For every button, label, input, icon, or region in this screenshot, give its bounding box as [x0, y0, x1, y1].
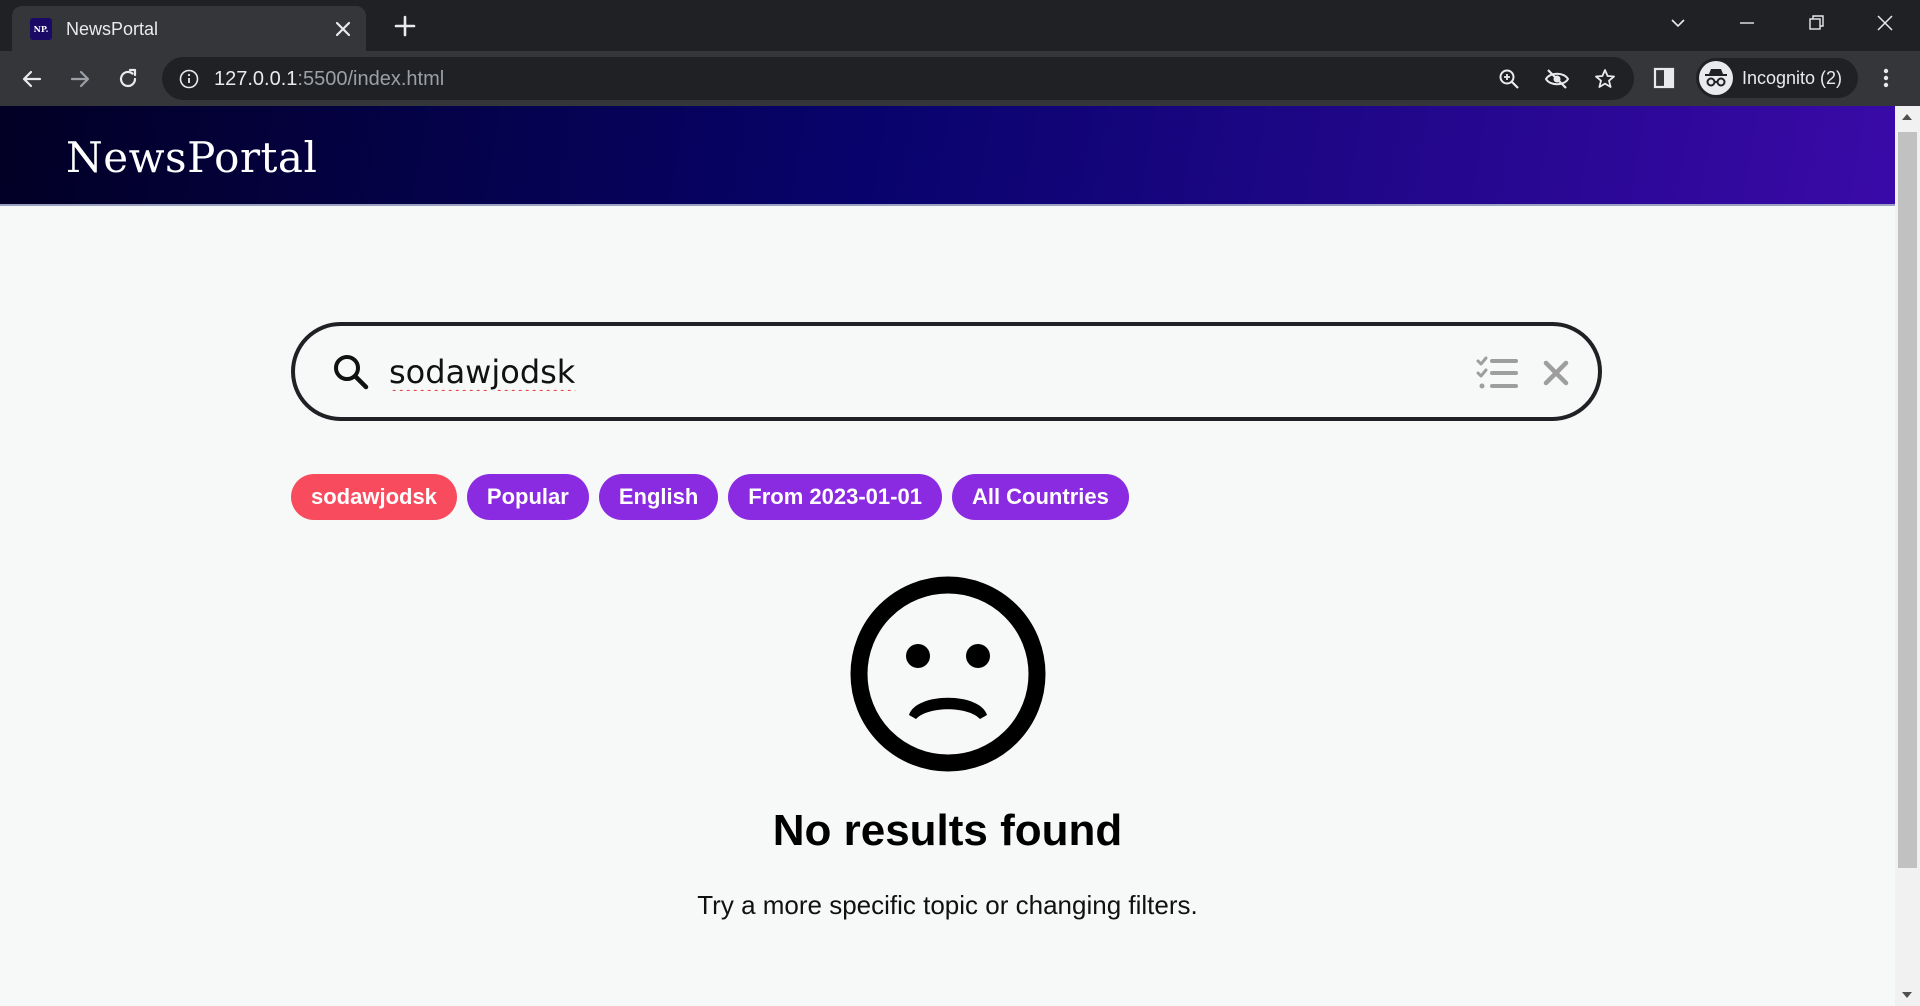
browser-menu-icon[interactable]	[1872, 64, 1900, 92]
scroll-up-arrow-icon[interactable]	[1902, 114, 1912, 120]
bookmark-star-icon[interactable]	[1592, 66, 1618, 92]
incognito-icon	[1699, 61, 1733, 95]
new-tab-icon[interactable]	[390, 11, 420, 41]
address-bar[interactable]: 127.0.0.1:5500/index.html	[162, 57, 1634, 100]
filter-list-icon[interactable]	[1475, 354, 1519, 392]
url-text[interactable]: 127.0.0.1:5500/index.html	[214, 68, 444, 91]
query-chip[interactable]: sodawjodsk	[291, 474, 457, 520]
search-bar	[291, 322, 1602, 421]
browser-tab-strip: NP. NewsPortal	[0, 0, 1920, 51]
page-scrollbar[interactable]	[1895, 106, 1920, 1006]
tracking-blocked-icon[interactable]	[1544, 66, 1570, 92]
side-panel-icon[interactable]	[1650, 64, 1678, 92]
tab-search-icon[interactable]	[1658, 8, 1698, 38]
clear-search-icon[interactable]	[1539, 356, 1573, 390]
close-window-icon[interactable]	[1865, 8, 1905, 38]
search-input[interactable]	[389, 348, 1389, 396]
no-results-title: No results found	[772, 806, 1123, 855]
browser-tab[interactable]: NP. NewsPortal	[12, 6, 366, 51]
page-viewport: NewsPortal sodawjodsk Popular English Fr…	[0, 106, 1920, 1006]
zoom-icon[interactable]	[1496, 66, 1522, 92]
minimize-icon[interactable]	[1727, 8, 1767, 38]
tab-favicon-icon: NP.	[30, 18, 52, 40]
site-header: NewsPortal	[0, 106, 1895, 206]
country-filter-chip[interactable]: All Countries	[951, 474, 1129, 520]
sad-face-icon	[850, 576, 1046, 772]
tab-close-icon[interactable]	[330, 16, 356, 42]
sort-filter-chip[interactable]: Popular	[466, 474, 589, 520]
tab-title: NewsPortal	[66, 19, 159, 39]
language-filter-chip[interactable]: English	[598, 474, 719, 520]
site-info-icon[interactable]	[178, 68, 200, 90]
scroll-down-arrow-icon[interactable]	[1902, 992, 1912, 998]
url-host: 127.0.0.1	[214, 68, 298, 90]
profile-label: Incognito (2)	[1742, 68, 1843, 88]
active-filters: sodawjodsk Popular English From 2023-01-…	[291, 474, 1129, 520]
url-path: :5500/index.html	[297, 68, 445, 90]
site-logo[interactable]: NewsPortal	[66, 133, 317, 182]
scroll-thumb[interactable]	[1898, 132, 1917, 868]
reload-icon[interactable]	[112, 63, 144, 95]
search-icon[interactable]	[331, 352, 371, 392]
date-filter-chip[interactable]: From 2023-01-01	[728, 474, 942, 520]
browser-toolbar: 127.0.0.1:5500/index.html Incognito (2)	[0, 51, 1920, 106]
back-icon[interactable]	[16, 63, 48, 95]
incognito-profile-button[interactable]: Incognito (2)	[1696, 58, 1858, 98]
forward-icon[interactable]	[64, 63, 96, 95]
no-results-subtitle: Try a more specific topic or changing fi…	[697, 890, 1198, 920]
restore-icon[interactable]	[1796, 8, 1836, 38]
